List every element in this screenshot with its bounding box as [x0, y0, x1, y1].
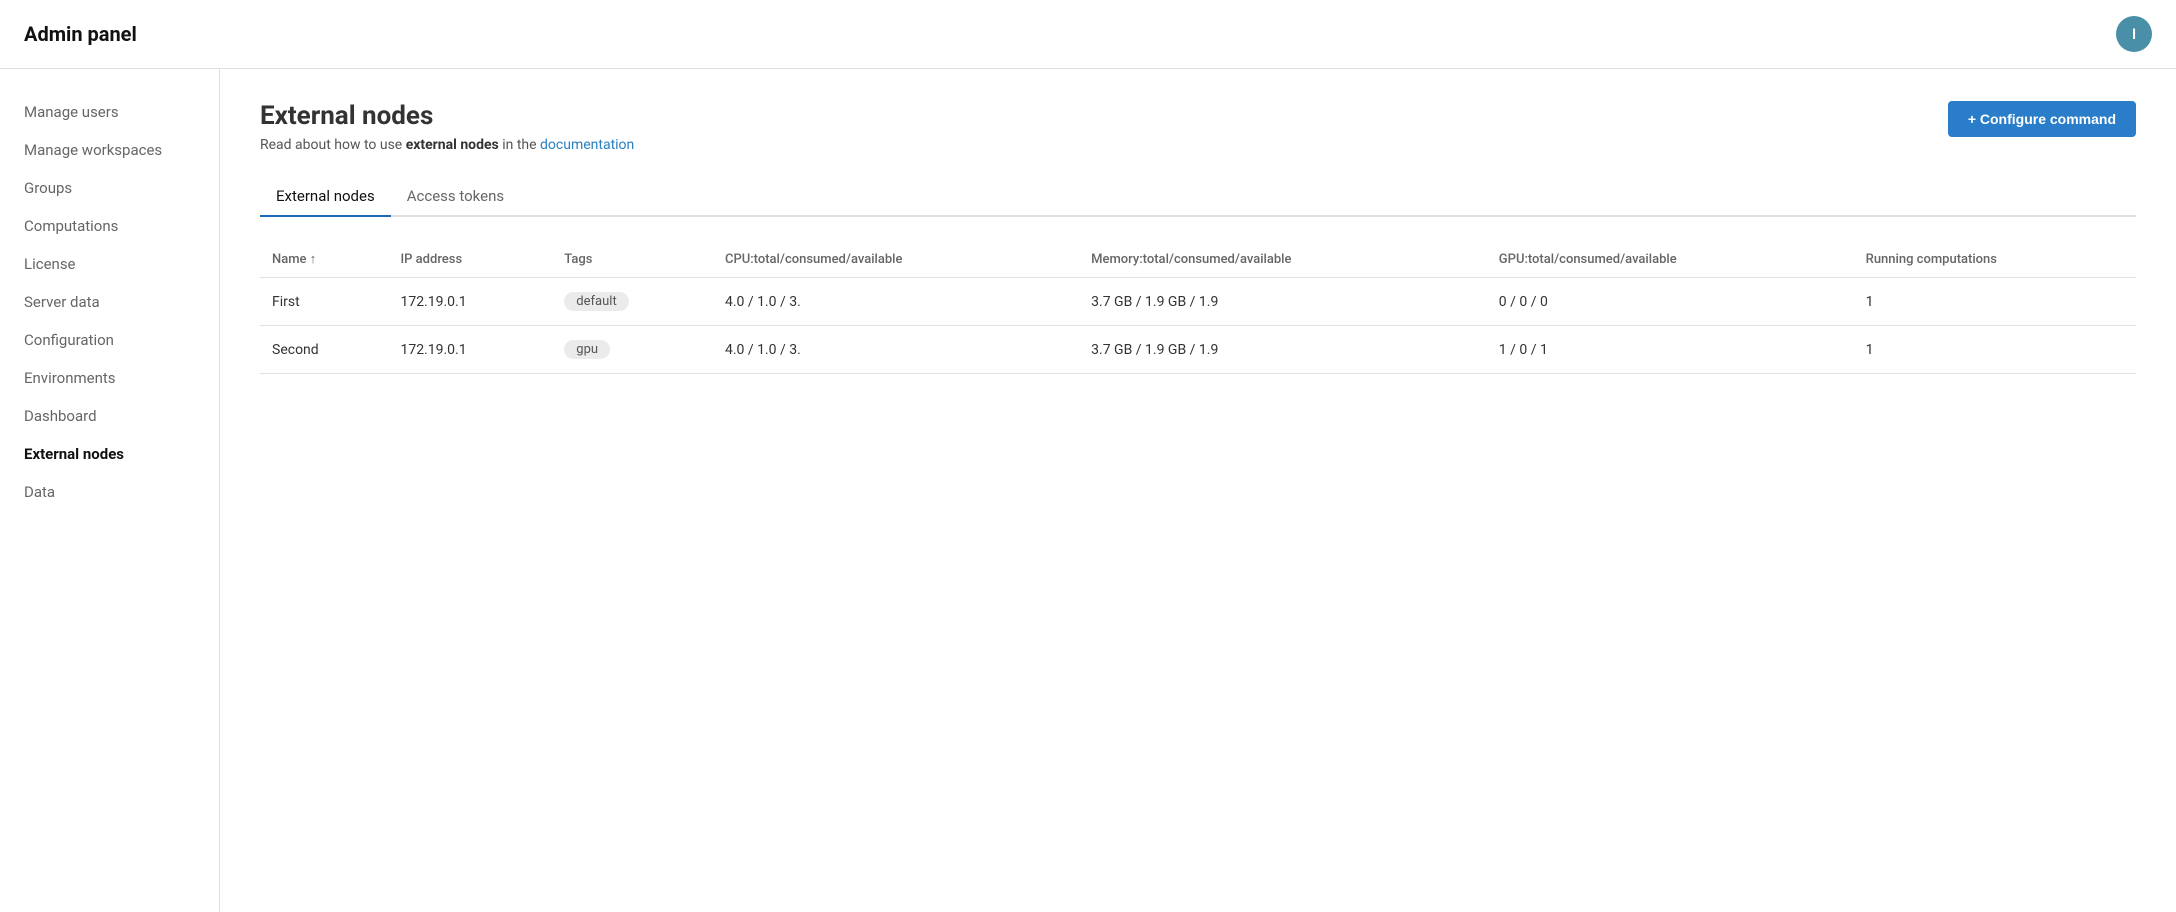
sidebar-item-data[interactable]: Data [0, 473, 219, 511]
sidebar: Manage usersManage workspacesGroupsCompu… [0, 69, 220, 912]
cell-name: First [260, 278, 388, 326]
main-layout: Manage usersManage workspacesGroupsCompu… [0, 69, 2176, 912]
external-nodes-table: Name ↑IP addressTagsCPU:total/consumed/a… [260, 241, 2136, 374]
col-header-cpu-total-consumed-available: CPU:total/consumed/available [713, 241, 1079, 278]
sidebar-item-environments[interactable]: Environments [0, 359, 219, 397]
cell-tag: gpu [552, 326, 713, 374]
tab-access-tokens[interactable]: Access tokens [391, 177, 520, 217]
user-avatar[interactable]: I [2116, 16, 2152, 52]
app-title: Admin panel [24, 22, 137, 46]
cell-cpu: 4.0 / 1.0 / 3. [713, 278, 1079, 326]
col-header-gpu-total-consumed-available: GPU:total/consumed/available [1487, 241, 1854, 278]
cell-memory: 3.7 GB / 1.9 GB / 1.9 [1079, 326, 1487, 374]
tag-badge: gpu [564, 340, 610, 359]
col-header-name[interactable]: Name ↑ [260, 241, 388, 278]
page-header: External nodes Read about how to use ext… [260, 101, 2136, 153]
sidebar-item-groups[interactable]: Groups [0, 169, 219, 207]
sidebar-item-external-nodes[interactable]: External nodes [0, 435, 219, 473]
cell-cpu: 4.0 / 1.0 / 3. [713, 326, 1079, 374]
app-header: Admin panel I [0, 0, 2176, 69]
table-row: Second172.19.0.1 gpu 4.0 / 1.0 / 3.3.7 GB … [260, 326, 2136, 374]
col-header-memory-total-consumed-available: Memory:total/consumed/available [1079, 241, 1487, 278]
sidebar-item-license[interactable]: License [0, 245, 219, 283]
sidebar-item-dashboard[interactable]: Dashboard [0, 397, 219, 435]
sidebar-item-computations[interactable]: Computations [0, 207, 219, 245]
subtitle-suffix: in the [499, 137, 540, 153]
subtitle-bold: external nodes [406, 137, 499, 153]
sidebar-item-configuration[interactable]: Configuration [0, 321, 219, 359]
page-subtitle: Read about how to use external nodes in … [260, 137, 634, 153]
subtitle-prefix: Read about how to use [260, 137, 406, 153]
table-head: Name ↑IP addressTagsCPU:total/consumed/a… [260, 241, 2136, 278]
cell-ip: 172.19.0.1 [388, 326, 552, 374]
tab-external-nodes[interactable]: External nodes [260, 177, 391, 217]
page-title: External nodes [260, 101, 634, 131]
cell-running: 1 [1854, 326, 2136, 374]
main-content: External nodes Read about how to use ext… [220, 69, 2176, 912]
table-header-row: Name ↑IP addressTagsCPU:total/consumed/a… [260, 241, 2136, 278]
configure-command-button[interactable]: + Configure command [1948, 101, 2136, 137]
sidebar-item-manage-workspaces[interactable]: Manage workspaces [0, 131, 219, 169]
table-row: First172.19.0.1 default 4.0 / 1.0 / 3.3.7 … [260, 278, 2136, 326]
tabs-bar: External nodesAccess tokens [260, 177, 2136, 217]
sidebar-item-server-data[interactable]: Server data [0, 283, 219, 321]
cell-gpu: 0 / 0 / 0 [1487, 278, 1854, 326]
cell-name: Second [260, 326, 388, 374]
table-body: First172.19.0.1 default 4.0 / 1.0 / 3.3.7 … [260, 278, 2136, 374]
col-header-ip-address: IP address [388, 241, 552, 278]
documentation-link[interactable]: documentation [540, 137, 634, 153]
cell-tag: default [552, 278, 713, 326]
col-header-tags: Tags [552, 241, 713, 278]
cell-running: 1 [1854, 278, 2136, 326]
page-title-area: External nodes Read about how to use ext… [260, 101, 634, 153]
col-header-running-computations: Running computations [1854, 241, 2136, 278]
sidebar-item-manage-users[interactable]: Manage users [0, 93, 219, 131]
cell-memory: 3.7 GB / 1.9 GB / 1.9 [1079, 278, 1487, 326]
cell-ip: 172.19.0.1 [388, 278, 552, 326]
cell-gpu: 1 / 0 / 1 [1487, 326, 1854, 374]
tag-badge: default [564, 292, 628, 311]
